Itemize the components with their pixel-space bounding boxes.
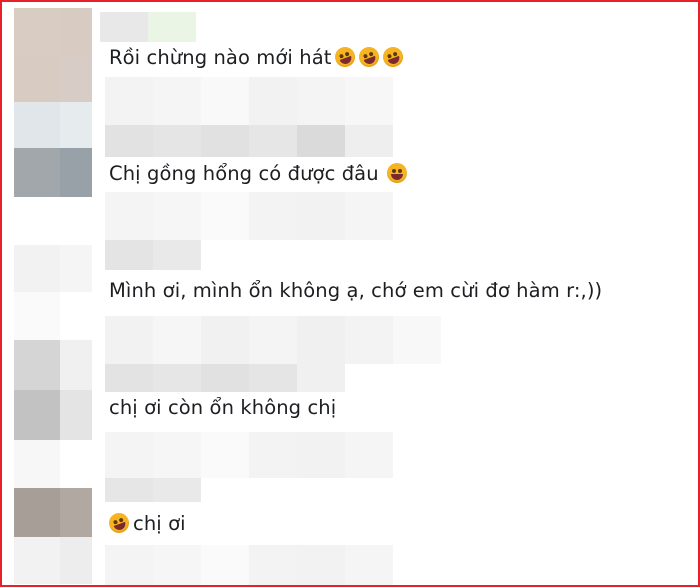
comment-1: Rồi chừng nào mới hát: [109, 44, 407, 72]
screenshot-frame: Rồi chừng nào mới hát Chị gồng hổng có đ…: [0, 0, 700, 587]
tears-of-joy-emoji: [386, 162, 411, 185]
rofl-emoji: [331, 44, 407, 70]
comment-4: chị ơi còn ổn không chị: [109, 394, 336, 422]
comment-text: Mình ơi, mình ổn không ạ, chớ em cừi đơ …: [109, 279, 603, 302]
comment-text: Chị gồng hổng có được đâu: [109, 162, 379, 185]
comment-text: chị ơi: [133, 512, 186, 535]
comment-2: Chị gồng hổng có được đâu: [109, 160, 411, 188]
rofl-emoji: [106, 510, 133, 536]
comment-3: Mình ơi, mình ổn không ạ, chớ em cừi đơ …: [109, 277, 602, 305]
comment-text: Rồi chừng nào mới hát: [109, 46, 332, 69]
comment-5: chị ơi: [106, 510, 186, 538]
comment-text: chị ơi còn ổn không chị: [109, 396, 337, 419]
